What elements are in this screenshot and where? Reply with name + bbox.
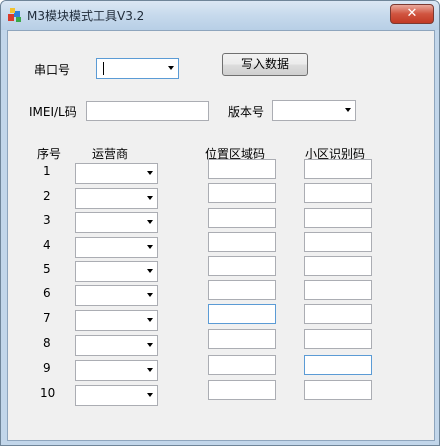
close-button[interactable]: ✕ [390, 4, 434, 24]
row-index: 6 [43, 286, 51, 300]
cell-id-input[interactable] [304, 380, 372, 400]
imei-label: IMEI/L码 [29, 105, 77, 119]
row-index: 9 [43, 361, 51, 375]
cell-id-input[interactable] [304, 304, 372, 324]
cell-id-input[interactable] [304, 256, 372, 276]
client-area: 串口号 写入数据 IMEI/L码 版本号 序号 运营商 位置区域码 小区识别码 … [7, 30, 435, 441]
close-icon: ✕ [406, 6, 418, 21]
imei-input[interactable] [86, 101, 209, 121]
version-combobox[interactable] [272, 100, 356, 121]
port-label: 串口号 [34, 63, 71, 77]
chevron-down-icon[interactable] [147, 171, 153, 175]
lac-input[interactable] [208, 183, 276, 203]
operator-combobox[interactable] [75, 310, 158, 331]
chevron-down-icon[interactable] [147, 269, 153, 273]
cell-id-input[interactable] [304, 329, 372, 349]
cell-id-input[interactable] [304, 280, 372, 300]
row-index: 4 [43, 238, 51, 252]
chevron-down-icon[interactable] [147, 220, 153, 224]
operator-combobox[interactable] [75, 261, 158, 282]
operator-combobox[interactable] [75, 335, 158, 356]
header-index: 序号 [37, 147, 62, 161]
chevron-down-icon[interactable] [147, 245, 153, 249]
lac-input[interactable] [208, 355, 276, 375]
write-data-button[interactable]: 写入数据 [222, 53, 308, 76]
lac-input[interactable] [208, 329, 276, 349]
chevron-down-icon[interactable] [147, 393, 153, 397]
lac-input[interactable] [208, 208, 276, 228]
cell-id-input[interactable] [304, 183, 372, 203]
cell-id-input[interactable] [304, 208, 372, 228]
port-combobox[interactable] [96, 58, 179, 79]
title-bar[interactable]: M3模块模式工具V3.2 ✕ [1, 1, 439, 30]
lac-input[interactable] [208, 380, 276, 400]
version-label: 版本号 [228, 105, 265, 119]
operator-combobox[interactable] [75, 237, 158, 258]
operator-combobox[interactable] [75, 188, 158, 209]
row-index: 7 [43, 311, 51, 325]
cell-id-input[interactable] [304, 355, 372, 375]
row-index: 10 [40, 386, 56, 400]
cell-id-input[interactable] [304, 159, 372, 179]
text-caret [103, 62, 104, 75]
chevron-down-icon[interactable] [345, 108, 351, 112]
chevron-down-icon[interactable] [147, 368, 153, 372]
operator-combobox[interactable] [75, 285, 158, 306]
chevron-down-icon[interactable] [147, 196, 153, 200]
chevron-down-icon[interactable] [168, 66, 174, 70]
lac-input[interactable] [208, 232, 276, 252]
chevron-down-icon[interactable] [147, 318, 153, 322]
lac-input[interactable] [208, 304, 276, 324]
row-index: 3 [43, 213, 51, 227]
row-index: 2 [43, 189, 51, 203]
operator-combobox[interactable] [75, 163, 158, 184]
operator-combobox[interactable] [75, 212, 158, 233]
chevron-down-icon[interactable] [147, 293, 153, 297]
row-index: 8 [43, 336, 51, 350]
app-window: M3模块模式工具V3.2 ✕ 串口号 写入数据 IMEI/L码 版本号 序号 运… [0, 0, 440, 446]
row-index: 1 [43, 164, 51, 178]
app-icon [8, 8, 21, 22]
lac-input[interactable] [208, 159, 276, 179]
header-operator: 运营商 [92, 147, 129, 161]
window-title: M3模块模式工具V3.2 [27, 9, 145, 23]
lac-input[interactable] [208, 256, 276, 276]
operator-combobox[interactable] [75, 360, 158, 381]
lac-input[interactable] [208, 280, 276, 300]
cell-id-input[interactable] [304, 232, 372, 252]
operator-combobox[interactable] [75, 385, 158, 406]
row-index: 5 [43, 262, 51, 276]
chevron-down-icon[interactable] [147, 343, 153, 347]
